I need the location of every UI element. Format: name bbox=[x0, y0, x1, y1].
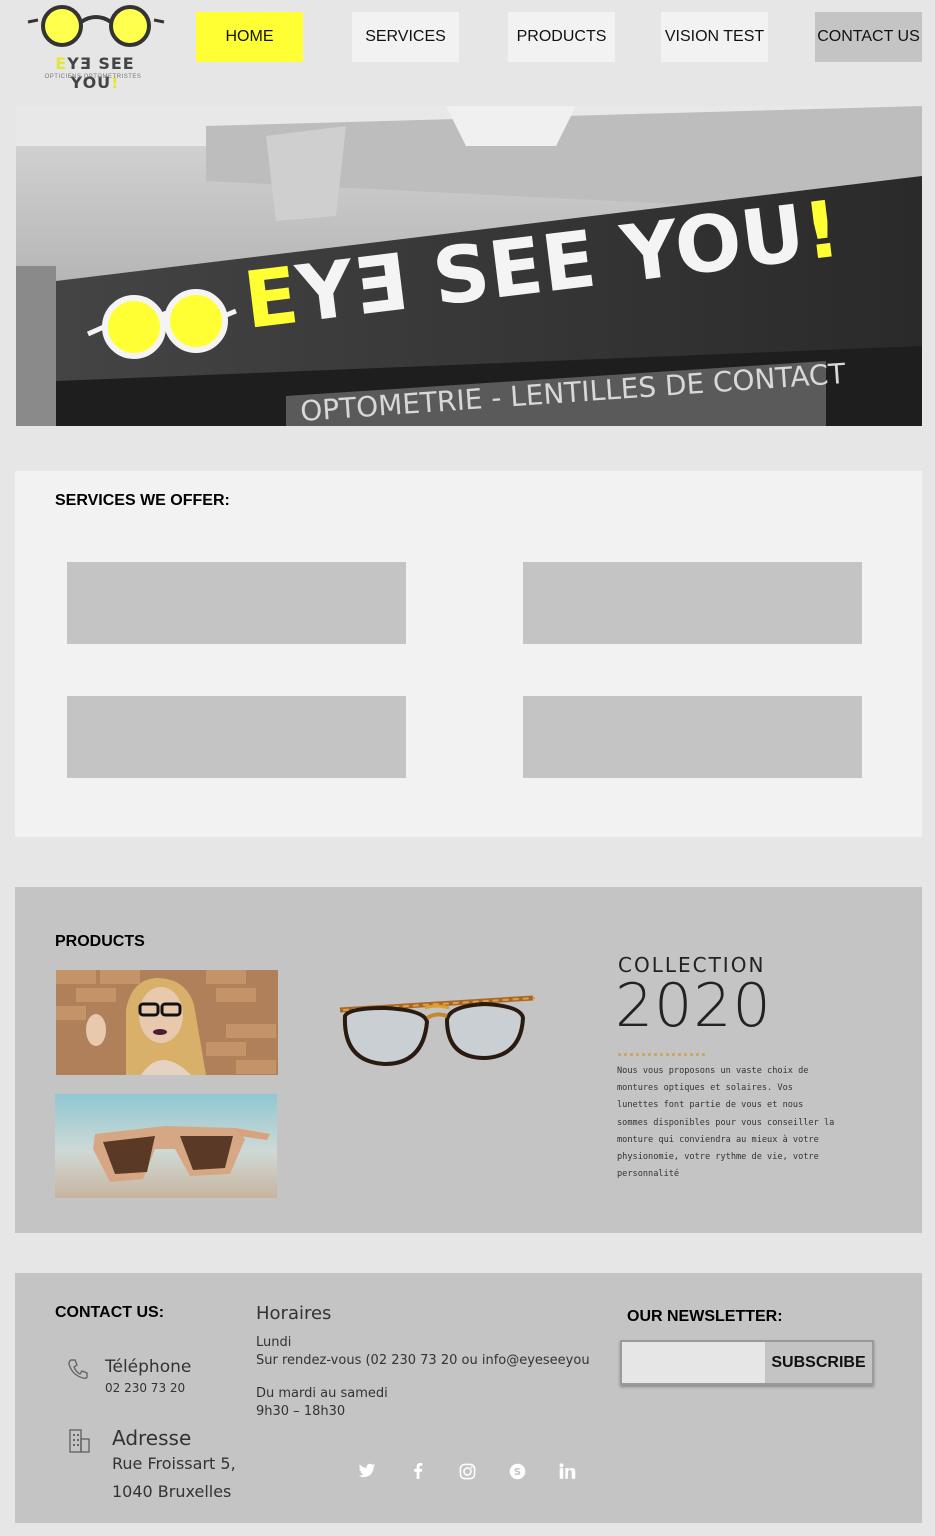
service-card[interactable] bbox=[523, 562, 862, 644]
product-image-woman-glasses[interactable] bbox=[56, 970, 278, 1075]
service-card[interactable] bbox=[523, 696, 862, 778]
storefront-illustration: EYƎ SEE YOU! OPTOMETRIE - LENTILLES DE C… bbox=[16, 106, 922, 426]
building-icon bbox=[69, 1429, 90, 1453]
hours-day1: Lundi bbox=[256, 1335, 292, 1350]
services-title: SERVICES WE OFFER: bbox=[55, 492, 230, 509]
skype-icon[interactable]: S bbox=[506, 1460, 528, 1482]
product-image-sunglasses-beach[interactable] bbox=[55, 1094, 277, 1198]
newsletter-form: SUBSCRIBE bbox=[620, 1340, 874, 1385]
products-title: PRODUCTS bbox=[55, 933, 145, 950]
facebook-icon[interactable] bbox=[407, 1460, 429, 1482]
hours-day2: Du mardi au samedi bbox=[256, 1386, 388, 1401]
service-card[interactable] bbox=[67, 562, 406, 644]
newsletter-email-input[interactable] bbox=[622, 1342, 765, 1383]
collection-description: Nous vous proposons un vaste choix de mo… bbox=[617, 1066, 835, 1180]
hero-storefront-image: EYƎ SEE YOU! OPTOMETRIE - LENTILLES DE C… bbox=[16, 106, 922, 426]
logo-tagline: OPTICIENS OPTOMETRISTES bbox=[44, 74, 142, 80]
hours-day1-detail: Sur rendez-vous (02 230 73 20 ou info@ey… bbox=[256, 1353, 590, 1368]
product-image-aviator-glasses[interactable] bbox=[335, 982, 545, 1077]
logo-wordmark: EYƎ SEE YOU! bbox=[55, 54, 135, 92]
decorative-divider bbox=[618, 1053, 705, 1056]
address-line2: 1040 Bruxelles bbox=[112, 1482, 232, 1501]
nav-services[interactable]: SERVICES bbox=[352, 12, 459, 62]
address-line1: Rue Froissart 5, bbox=[112, 1454, 236, 1473]
linkedin-icon[interactable] bbox=[556, 1460, 578, 1482]
twitter-icon[interactable] bbox=[356, 1460, 378, 1482]
footer: CONTACT US: Téléphone 02 230 73 20 Adres… bbox=[15, 1273, 922, 1523]
nav-home[interactable]: HOME bbox=[196, 12, 303, 62]
svg-text:S: S bbox=[513, 1467, 520, 1478]
hours-day2-detail: 9h30 – 18h30 bbox=[256, 1404, 346, 1419]
hours-title: Horaires bbox=[256, 1303, 332, 1324]
contact-title: CONTACT US: bbox=[55, 1304, 165, 1321]
service-card[interactable] bbox=[67, 696, 406, 778]
products-section: PRODUCTS COLLECTION 2020 Nous vous propo… bbox=[15, 887, 922, 1233]
nav-products[interactable]: PRODUCTS bbox=[508, 12, 615, 62]
collection-year: 2020 bbox=[615, 971, 772, 1041]
phone-icon bbox=[68, 1359, 88, 1380]
phone-label: Téléphone bbox=[105, 1357, 192, 1377]
glasses-logo-icon bbox=[27, 5, 165, 47]
nav-contact-us[interactable]: CONTACT US bbox=[815, 12, 922, 62]
instagram-icon[interactable] bbox=[456, 1460, 478, 1482]
address-label: Adresse bbox=[112, 1426, 192, 1450]
subscribe-button[interactable]: SUBSCRIBE bbox=[765, 1342, 872, 1383]
phone-value[interactable]: 02 230 73 20 bbox=[105, 1381, 185, 1395]
nav-vision-test[interactable]: VISION TEST bbox=[661, 12, 768, 62]
logo[interactable]: EYƎ SEE YOU! OPTICIENS OPTOMETRISTES bbox=[26, 4, 166, 92]
services-section: SERVICES WE OFFER: bbox=[15, 471, 922, 837]
newsletter-title: OUR NEWSLETTER: bbox=[627, 1308, 783, 1325]
